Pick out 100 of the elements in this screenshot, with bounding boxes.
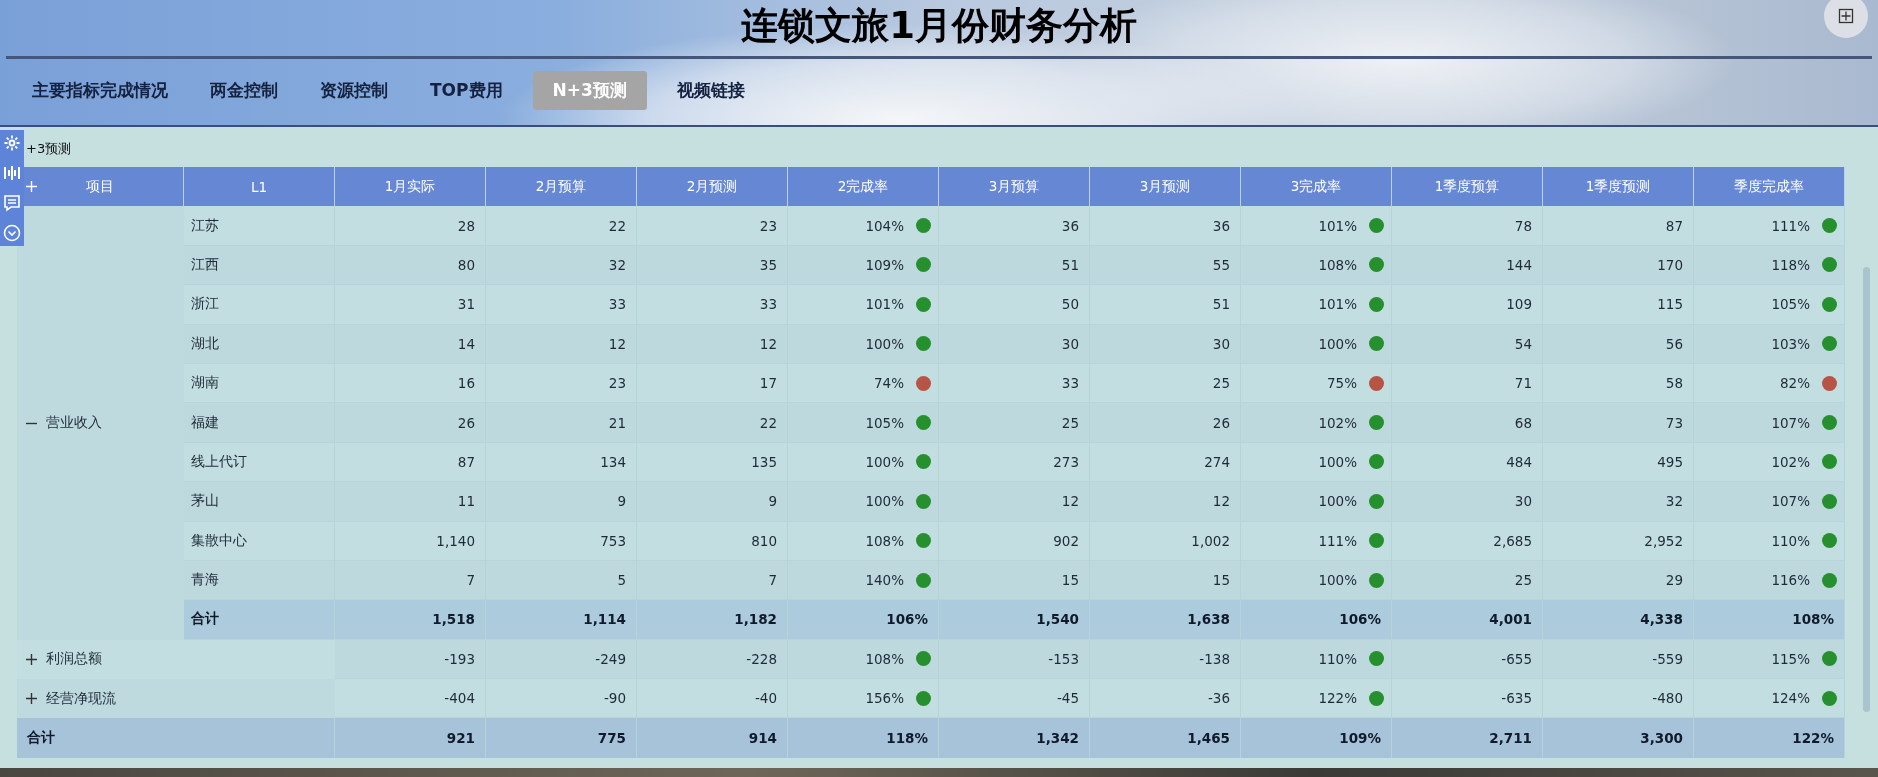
column-header: 1季度预测 <box>1543 167 1694 207</box>
table-cell: 104% <box>865 217 904 234</box>
table-cell: 合计 <box>17 718 335 758</box>
table-cell: 3,300 <box>1543 718 1694 758</box>
table-cell: 25 <box>1090 363 1241 404</box>
table-cell: 156% <box>865 690 904 707</box>
plus-icon[interactable] <box>26 181 37 193</box>
table-cell: 16 <box>335 363 486 404</box>
table-cell: 1,465 <box>1090 718 1241 758</box>
table-cell: 107% <box>1771 493 1810 510</box>
table-cell: 55 <box>1090 245 1241 286</box>
expand-icon[interactable] <box>26 653 37 665</box>
scrollbar[interactable] <box>1863 267 1870 712</box>
nav-tab[interactable]: 两金控制 <box>198 71 290 110</box>
table-cell: 31 <box>335 285 486 325</box>
table-cell: 122% <box>1694 718 1845 758</box>
table-cell: 合计 <box>184 600 335 640</box>
table-cell: 集散中心 <box>184 521 335 561</box>
settings-icon[interactable] <box>3 134 21 152</box>
table-cell: 103% <box>1771 335 1810 352</box>
chevron-down-circle-icon[interactable] <box>3 224 21 242</box>
table-cell: 2,952 <box>1543 521 1694 561</box>
layout-button[interactable] <box>1824 0 1868 38</box>
table-cell: 122% <box>1318 690 1357 707</box>
table-cell: -655 <box>1392 639 1543 680</box>
table-cell: -90 <box>486 679 637 719</box>
nav-tab[interactable]: TOP费用 <box>418 71 515 110</box>
column-header: 1季度预算 <box>1392 167 1543 207</box>
nav-tab[interactable]: 资源控制 <box>308 71 400 110</box>
table-cell: 116% <box>1771 572 1810 589</box>
table-cell: 56 <box>1543 324 1694 364</box>
row-group-label: 营业收入 <box>46 414 102 433</box>
table-cell: 101% <box>865 296 904 313</box>
table-cell: 87 <box>1543 206 1694 246</box>
table-cell: 湖北 <box>184 324 335 364</box>
table-cell: 108% <box>1694 600 1845 640</box>
table-cell: 青海 <box>184 560 335 601</box>
table-cell: 17 <box>637 363 788 404</box>
table-cell: 12 <box>637 324 788 364</box>
table-cell: 144 <box>1392 245 1543 286</box>
table-cell: 100% <box>1318 453 1357 470</box>
table-cell: 810 <box>637 521 788 561</box>
table-cell: 9 <box>637 482 788 522</box>
table-cell: 线上代订 <box>184 442 335 483</box>
table-cell: 170 <box>1543 245 1694 286</box>
table-cell: 100% <box>865 453 904 470</box>
table-cell: 25 <box>939 403 1090 443</box>
table-cell: 33 <box>486 285 637 325</box>
table-cell: 484 <box>1392 442 1543 483</box>
column-header: 3月预算 <box>939 167 1090 207</box>
table-cell: 12 <box>1090 482 1241 522</box>
table-cell: 15 <box>939 560 1090 601</box>
table-cell: -480 <box>1543 679 1694 719</box>
table-cell: 118% <box>788 718 939 758</box>
row-group-label: 经营净现流 <box>46 689 116 708</box>
table-cell: 33 <box>637 285 788 325</box>
table-cell: 湖南 <box>184 363 335 404</box>
waveform-icon[interactable] <box>3 164 21 182</box>
table-cell: 74% <box>874 375 904 392</box>
table-cell: 30 <box>1090 324 1241 364</box>
nav-tab[interactable]: 视频链接 <box>664 71 757 110</box>
table-cell: 71 <box>1392 363 1543 404</box>
table-cell: 21 <box>486 403 637 443</box>
comment-icon[interactable] <box>3 194 21 212</box>
table-cell: -138 <box>1090 639 1241 680</box>
table-cell: 1,182 <box>637 600 788 640</box>
column-header: 1月实际 <box>335 167 486 207</box>
table-cell: 51 <box>1090 285 1241 325</box>
table-cell: -153 <box>939 639 1090 680</box>
column-header: 3完成率 <box>1241 167 1392 207</box>
table-cell: 35 <box>637 245 788 286</box>
table-cell: 111% <box>1318 532 1357 549</box>
table-cell: 100% <box>1318 493 1357 510</box>
table-cell: 23 <box>637 206 788 246</box>
table-cell: 902 <box>939 521 1090 561</box>
table-cell: 1,114 <box>486 600 637 640</box>
table-cell: -193 <box>335 639 486 680</box>
column-header: L1 <box>184 167 335 207</box>
table-cell: 26 <box>335 403 486 443</box>
table-cell: 32 <box>486 245 637 286</box>
table-cell: 36 <box>1090 206 1241 246</box>
table-cell: -36 <box>1090 679 1241 719</box>
table-cell: 87 <box>335 442 486 483</box>
expand-icon[interactable] <box>26 693 37 705</box>
table-cell: 江苏 <box>184 206 335 246</box>
row-group-label: 利润总额 <box>46 650 102 669</box>
table-cell: 浙江 <box>184 285 335 325</box>
grid-icon <box>1838 8 1854 24</box>
table-cell: 100% <box>865 335 904 352</box>
table-cell: 105% <box>865 414 904 431</box>
table-cell: 124% <box>1771 690 1810 707</box>
table-cell: 32 <box>1543 482 1694 522</box>
table-cell: 108% <box>865 532 904 549</box>
column-header: 季度完成率 <box>1694 167 1845 207</box>
table-cell: 75% <box>1327 375 1357 392</box>
table-cell: 107% <box>1771 414 1810 431</box>
table-cell: 54 <box>1392 324 1543 364</box>
table-cell: 4,338 <box>1543 600 1694 640</box>
nav-tab[interactable]: 主要指标完成情况 <box>20 71 180 110</box>
page-title: 连锁文旅1月份财务分析 <box>741 3 1137 49</box>
